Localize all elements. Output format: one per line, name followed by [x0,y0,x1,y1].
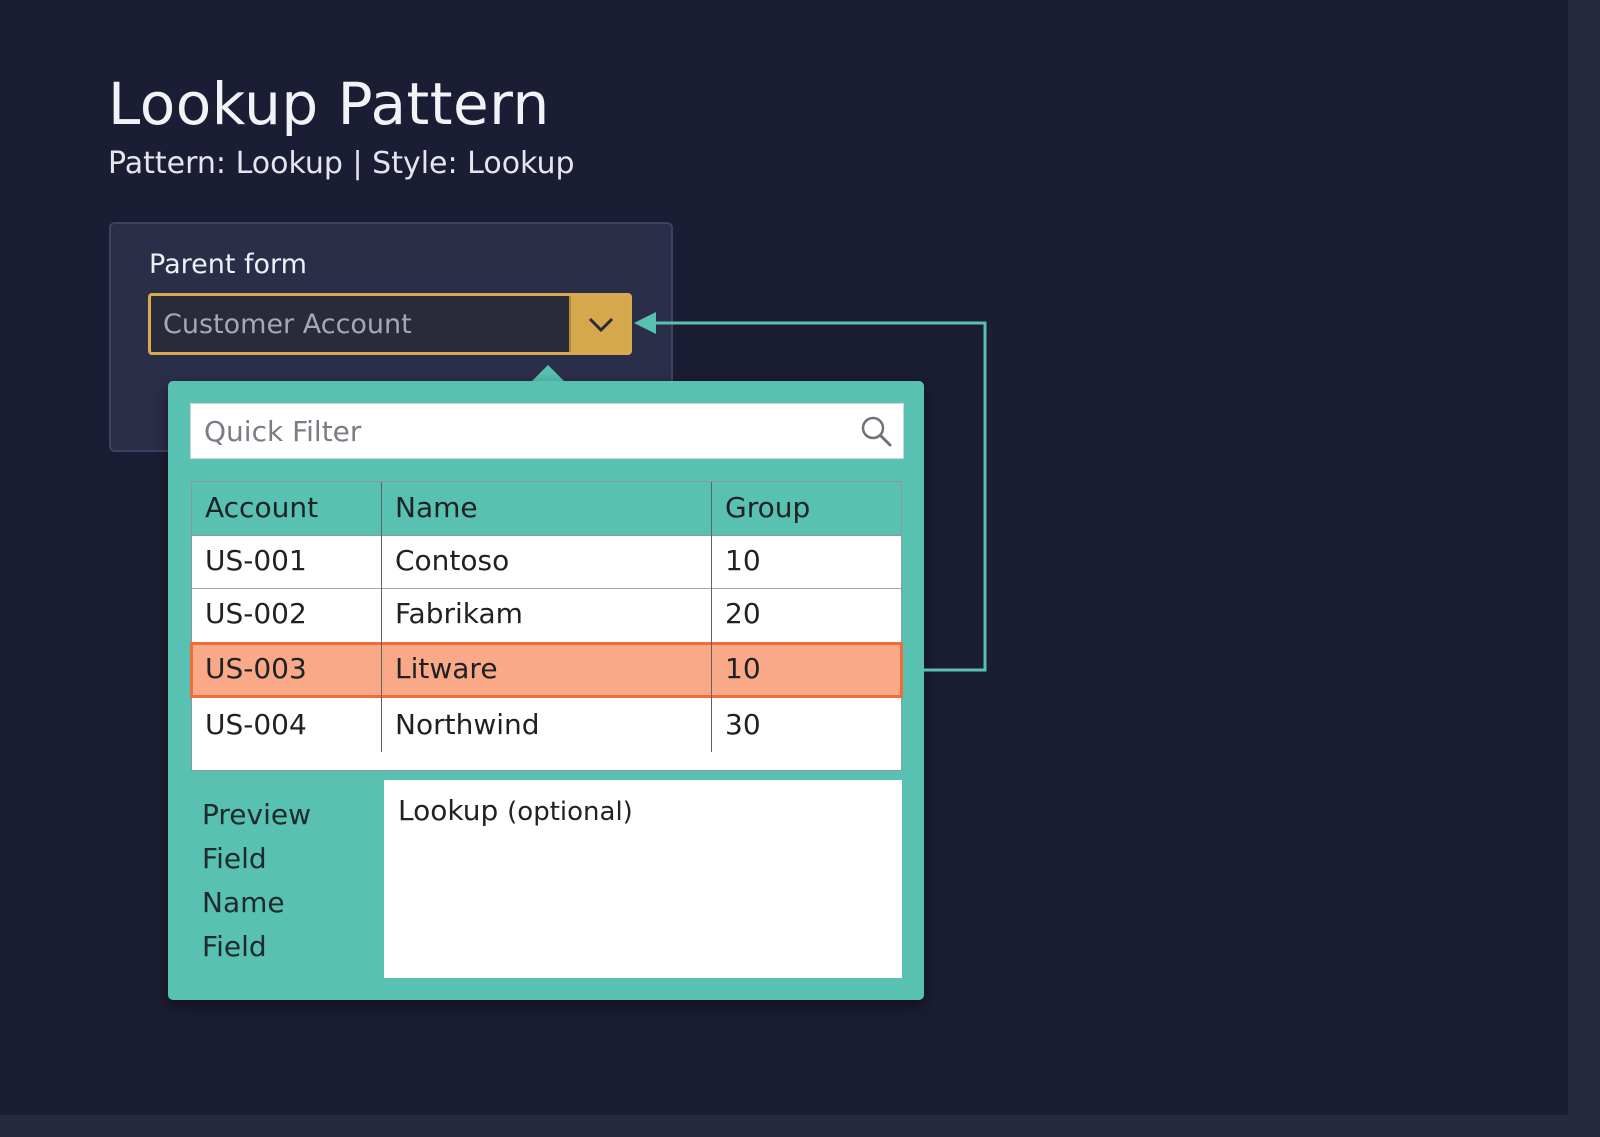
diagram-canvas: Lookup Pattern Pattern: Lookup | Style: … [0,0,1600,1137]
selection-connector-arrow [634,312,987,672]
